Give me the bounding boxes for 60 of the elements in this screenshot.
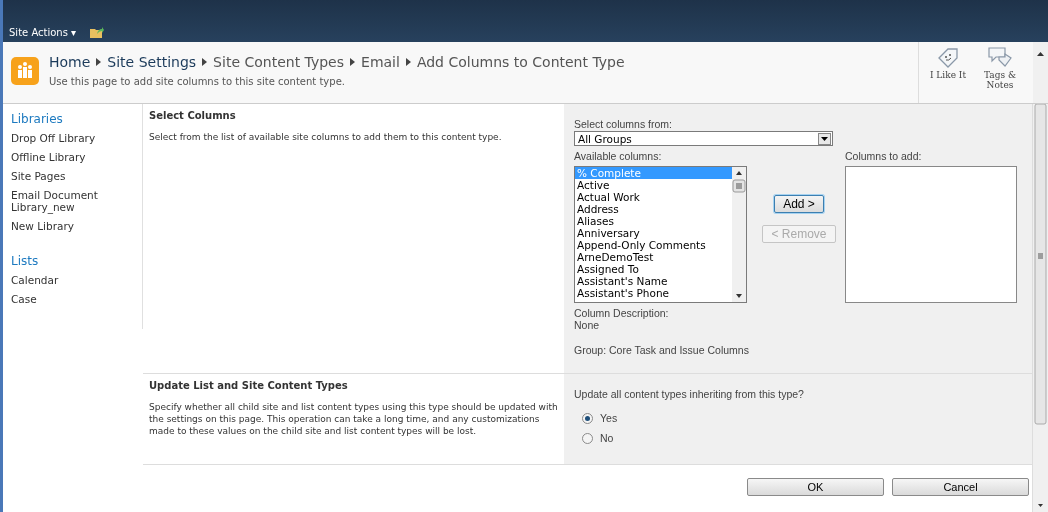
question-label: Update all content types inheriting from this type? (574, 388, 805, 400)
page-description: Use this page to add site columns to this site content type. (49, 76, 346, 87)
list-option[interactable]: Assistant's Phone (575, 287, 732, 299)
nav-item[interactable]: Calendar (11, 274, 142, 286)
breadcrumb-item: Site Content Types (213, 54, 345, 70)
section-description: Select from the list of available site columns to add them to this content type. (149, 131, 503, 143)
add-button[interactable]: Add > (774, 195, 824, 213)
chevron-icon (350, 58, 356, 66)
breadcrumb-item: Email (361, 54, 400, 70)
radio-button[interactable] (582, 412, 593, 424)
field-label: Column Description: (574, 307, 670, 319)
columns-to-add-list[interactable] (845, 166, 1017, 303)
folder-arrow-icon[interactable] (90, 26, 105, 38)
breadcrumb-item: Add Columns to Content Type (416, 54, 625, 70)
list-option[interactable]: Actual Work (575, 191, 732, 203)
column-description: None (574, 319, 601, 331)
breadcrumb-link[interactable]: Home (49, 54, 91, 70)
social-button[interactable]: Tags & Notes (981, 46, 1019, 103)
tag-icon (936, 46, 960, 70)
site-actions-menu[interactable]: Site Actions ▾ (7, 27, 79, 38)
section-title: Update List and Site Content Types (149, 380, 349, 391)
column-group: Group: Core Task and Issue Columns (574, 344, 1022, 356)
list-option[interactable]: Anniversary (575, 227, 732, 239)
radio-label: No (600, 432, 614, 444)
social-button[interactable]: I Like It (929, 46, 967, 103)
nav-item[interactable]: Email Document Library_new (11, 189, 142, 213)
chevron-icon (96, 58, 102, 66)
dropdown-arrow-icon (821, 136, 828, 141)
scrollbar-drawing[interactable] (1034, 104, 1047, 510)
list-option[interactable]: Append-Only Comments (575, 239, 732, 251)
list-option[interactable]: Address (575, 203, 732, 215)
chevron-icon (202, 58, 208, 66)
section-description: Specify whether all child site and list content types using this type should be updated with the settings on this page. This operation can take a long time, and any customizations made to these values on the child site and list content types will be lost. (149, 401, 558, 437)
list-option[interactable]: Active (575, 179, 732, 191)
available-columns-list[interactable]: % Complete Active Actual Work Address Aliases Anniversary Append-Only Comments ArneDemoTest Assigned To Assistant's Name Assistant's Phone (574, 166, 747, 303)
scroll-up-icon[interactable] (1037, 52, 1044, 56)
nav-heading[interactable]: Lists (11, 254, 142, 268)
site-logo-icon (11, 57, 39, 85)
nav-item[interactable]: New Library (11, 220, 142, 232)
field-label: Columns to add: (845, 150, 923, 162)
list-option[interactable]: Aliases (575, 215, 732, 227)
form-button[interactable]: OK (747, 478, 884, 496)
nav-item[interactable]: Case (11, 293, 142, 305)
radio-label: Yes (600, 412, 618, 424)
section-title: Select Columns (149, 110, 237, 121)
nav-heading[interactable]: Libraries (11, 112, 142, 126)
form-button[interactable]: Cancel (892, 478, 1029, 496)
list-option[interactable]: Assistant's Name (575, 275, 732, 287)
scrollbar-drawing[interactable] (732, 167, 746, 302)
chevron-icon (405, 58, 411, 66)
nav-item[interactable]: Offline Library (11, 151, 142, 163)
list-option[interactable]: ArneDemoTest (575, 251, 732, 263)
list-option[interactable]: Assigned To (575, 263, 732, 275)
breadcrumb-link[interactable]: Site Settings (107, 54, 197, 70)
nav-item[interactable]: Site Pages (11, 170, 142, 182)
field-label: Available columns: (574, 150, 663, 162)
nav-item[interactable]: Drop Off Library (11, 132, 142, 144)
radio-button[interactable] (582, 432, 593, 444)
field-label: Select columns from: (574, 118, 674, 130)
group-dropdown[interactable]: All Groups (574, 131, 833, 146)
